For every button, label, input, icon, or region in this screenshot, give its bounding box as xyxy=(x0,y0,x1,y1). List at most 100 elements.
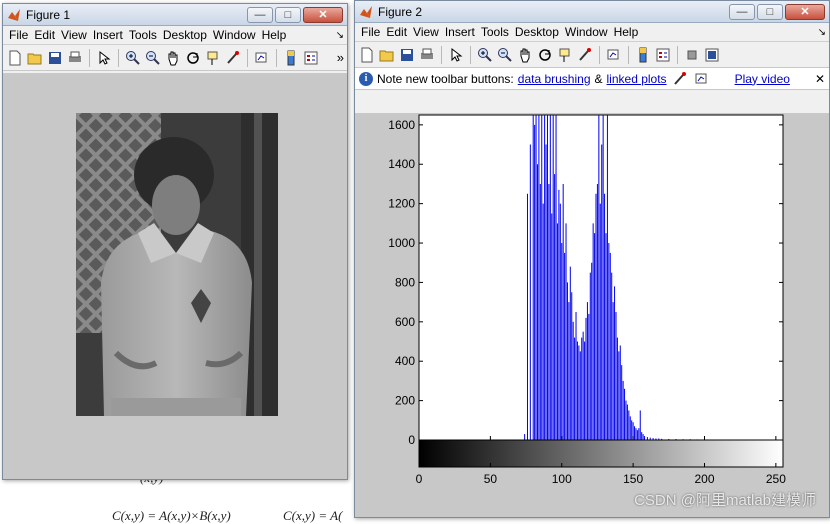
zoom-out-icon[interactable] xyxy=(496,46,514,64)
colorbar-icon[interactable] xyxy=(634,46,652,64)
menu-file[interactable]: File xyxy=(6,28,31,42)
save-icon[interactable] xyxy=(398,46,416,64)
x-tick-label: 250 xyxy=(766,472,786,486)
figure1-window[interactable]: Figure 1 — □ ✕ File Edit View Insert Too… xyxy=(2,3,348,480)
toolbar-separator xyxy=(677,45,678,64)
toolbar-separator xyxy=(118,48,119,67)
rotate-3d-icon[interactable] xyxy=(536,46,554,64)
x-tick-label: 200 xyxy=(694,472,714,486)
new-figure-icon[interactable] xyxy=(6,49,24,67)
figure2-canvas: 0 200 400 600 800 1000 1200 1400 1600 0 50 100 150 20… xyxy=(355,113,829,517)
y-tick-label: 800 xyxy=(395,275,415,289)
y-tick-label: 1200 xyxy=(388,197,415,211)
open-file-icon[interactable] xyxy=(378,46,396,64)
toolbar-separator xyxy=(89,48,90,67)
linked-plots-link[interactable]: linked plots xyxy=(607,72,667,86)
close-button[interactable]: ✕ xyxy=(785,3,825,20)
data-brushing-link[interactable]: data brushing xyxy=(518,72,591,86)
x-tick-label: 150 xyxy=(623,472,643,486)
figure1-toolbar: » xyxy=(3,45,347,71)
minimize-button[interactable]: — xyxy=(729,3,755,20)
menu-edit[interactable]: Edit xyxy=(31,28,58,42)
histogram-chart: 0 200 400 600 800 1000 1200 1400 1600 0 50 100 150 20… xyxy=(388,114,786,486)
notice-text: Note new toolbar buttons: xyxy=(377,71,514,86)
zoom-out-icon[interactable] xyxy=(144,49,162,67)
y-tick-label: 0 xyxy=(408,433,415,447)
menu-desktop[interactable]: Desktop xyxy=(160,28,210,42)
matlab-logo-icon xyxy=(7,8,21,22)
toolbar-overflow-icon[interactable]: » xyxy=(337,50,344,65)
maximize-button[interactable]: □ xyxy=(757,3,783,20)
open-file-icon[interactable] xyxy=(26,49,44,67)
x-tick-label: 50 xyxy=(484,472,498,486)
pointer-icon[interactable] xyxy=(447,46,465,64)
menu-view[interactable]: View xyxy=(58,28,90,42)
y-tick-label: 200 xyxy=(395,394,415,408)
data-cursor-icon[interactable] xyxy=(556,46,574,64)
figure2-toolbar xyxy=(355,42,829,68)
hide-plot-tools-icon[interactable] xyxy=(683,46,701,64)
dock-arrow-icon[interactable]: ↘ xyxy=(818,27,826,38)
menu-insert[interactable]: Insert xyxy=(442,25,478,39)
toolbar-separator xyxy=(441,45,442,64)
menu-insert[interactable]: Insert xyxy=(90,28,126,42)
print-icon[interactable] xyxy=(66,49,84,67)
colorbar-icon[interactable] xyxy=(282,49,300,67)
figure2-titlebar[interactable]: Figure 2 — □ ✕ xyxy=(355,1,829,23)
figure1-canvas xyxy=(3,73,347,479)
maximize-button[interactable]: □ xyxy=(275,6,301,23)
menu-file[interactable]: File xyxy=(358,25,383,39)
menu-window[interactable]: Window xyxy=(210,28,259,42)
toolbar-separator xyxy=(470,45,471,64)
play-video-link[interactable]: Play video xyxy=(735,72,790,86)
show-plot-tools-icon[interactable] xyxy=(703,46,721,64)
figure2-title: Figure 2 xyxy=(378,4,423,19)
y-tick-label: 1400 xyxy=(388,157,415,171)
data-cursor-icon[interactable] xyxy=(204,49,222,67)
toolbar-separator xyxy=(628,45,629,64)
y-tick-label: 400 xyxy=(395,354,415,368)
print-icon[interactable] xyxy=(418,46,436,64)
link-plot-icon[interactable] xyxy=(605,46,623,64)
menu-desktop[interactable]: Desktop xyxy=(512,25,562,39)
zoom-in-icon[interactable] xyxy=(476,46,494,64)
legend-icon[interactable] xyxy=(654,46,672,64)
menu-tools[interactable]: Tools xyxy=(126,28,160,42)
menu-help[interactable]: Help xyxy=(259,28,290,42)
brush-icon xyxy=(671,70,689,88)
grayscale-photo xyxy=(76,113,278,416)
menu-view[interactable]: View xyxy=(410,25,442,39)
link-plot-icon xyxy=(693,70,711,88)
info-icon: i xyxy=(359,71,373,86)
plot-area xyxy=(418,114,784,441)
figure1-titlebar[interactable]: Figure 1 — □ ✕ xyxy=(3,4,347,26)
minimize-button[interactable]: — xyxy=(247,6,273,23)
menu-edit[interactable]: Edit xyxy=(383,25,410,39)
background-formula: C(x,y) = A(x,y)×B(x,y) xyxy=(112,508,231,523)
toolbar-separator xyxy=(599,45,600,64)
pan-hand-icon[interactable] xyxy=(164,49,182,67)
rotate-3d-icon[interactable] xyxy=(184,49,202,67)
save-icon[interactable] xyxy=(46,49,64,67)
notice-close-icon[interactable]: ✕ xyxy=(815,72,825,86)
toolbar-separator xyxy=(247,48,248,67)
menu-tools[interactable]: Tools xyxy=(478,25,512,39)
pointer-icon[interactable] xyxy=(95,49,113,67)
legend-icon[interactable] xyxy=(302,49,320,67)
y-tick-label: 600 xyxy=(395,315,415,329)
watermark-text: CSDN @阿里matlab建模师 xyxy=(634,492,816,509)
new-figure-icon[interactable] xyxy=(358,46,376,64)
pan-hand-icon[interactable] xyxy=(516,46,534,64)
brush-icon[interactable] xyxy=(224,49,242,67)
close-button[interactable]: ✕ xyxy=(303,6,343,23)
x-tick-label: 0 xyxy=(416,472,423,486)
y-tick-label: 1600 xyxy=(388,118,415,132)
dock-arrow-icon[interactable]: ↘ xyxy=(336,30,344,41)
zoom-in-icon[interactable] xyxy=(124,49,142,67)
figure2-window[interactable]: Figure 2 — □ ✕ File Edit View Insert Too… xyxy=(354,0,830,518)
menu-window[interactable]: Window xyxy=(562,25,611,39)
figure2-menubar: File Edit View Insert Tools Desktop Wind… xyxy=(355,23,829,42)
menu-help[interactable]: Help xyxy=(611,25,642,39)
brush-icon[interactable] xyxy=(576,46,594,64)
link-plot-icon[interactable] xyxy=(253,49,271,67)
